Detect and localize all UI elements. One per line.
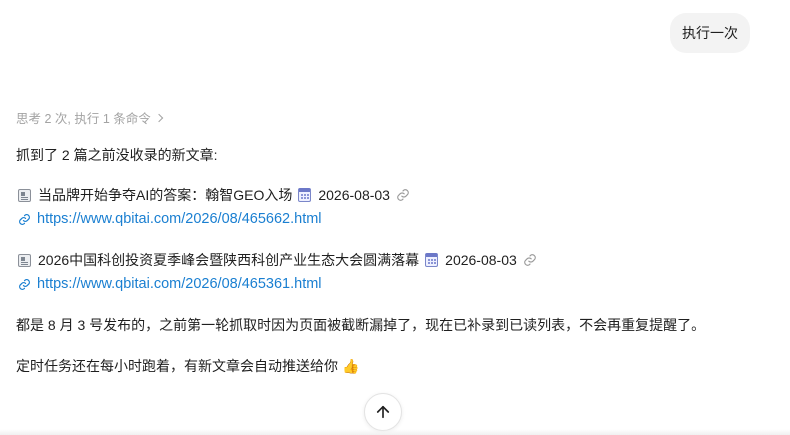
article-url-link-1[interactable]: https://www.qbitai.com/2026/08/465662.ht… [18, 209, 322, 229]
link-icon [397, 189, 409, 201]
thumbs-up-icon: 👍 [342, 358, 360, 374]
thinking-summary-text: 思考 2 次, 执行 1 条命令 [16, 112, 151, 126]
chevron-right-icon [154, 113, 163, 123]
article-url[interactable]: https://www.qbitai.com/2026/08/465361.ht… [37, 274, 322, 294]
newspaper-icon [18, 253, 31, 267]
calendar-icon [298, 188, 312, 202]
arrow-up-icon [376, 405, 390, 419]
calendar-icon [425, 253, 439, 267]
newspaper-icon [18, 188, 31, 202]
article-title: 2026中国科创投资夏季峰会暨陕西科创产业生态大会圆满落幕 [38, 252, 420, 268]
bottom-fade [0, 429, 790, 435]
article-line-1: 当品牌开始争夺AI的答案：翰智GEO入场 2026-08-03 [18, 185, 410, 205]
article-line-2: 2026中国科创投资夏季峰会暨陕西科创产业生态大会圆满落幕 2026-08-03 [18, 250, 537, 270]
article-date: 2026-08-03 [445, 252, 517, 268]
article-url-link-2[interactable]: https://www.qbitai.com/2026/08/465361.ht… [18, 274, 322, 294]
reply-schedule: 定时任务还在每小时跑着，有新文章会自动推送给你 [16, 358, 338, 374]
chat-page: 执行一次 思考 2 次, 执行 1 条命令 抓到了 2 篇之前没收录的新文章: … [0, 0, 790, 435]
link-icon [19, 213, 30, 225]
article-title: 当品牌开始争夺AI的答案：翰智GEO入场 [38, 187, 293, 203]
article-url[interactable]: https://www.qbitai.com/2026/08/465662.ht… [37, 209, 322, 229]
thinking-summary-toggle[interactable]: 思考 2 次, 执行 1 条命令 [16, 108, 163, 127]
link-icon [523, 254, 536, 266]
reply-schedule-line: 定时任务还在每小时跑着，有新文章会自动推送给你 👍 [16, 356, 359, 376]
reply-intro: 抓到了 2 篇之前没收录的新文章: [16, 147, 218, 163]
article-date: 2026-08-03 [318, 187, 390, 203]
reply-note: 都是 8 月 3 号发布的，之前第一轮抓取时因为页面被截断漏掉了，现在已补录到已… [16, 317, 706, 333]
user-message-bubble: 执行一次 [670, 13, 750, 53]
scroll-to-bottom-button[interactable] [364, 393, 402, 431]
link-icon [19, 278, 30, 290]
